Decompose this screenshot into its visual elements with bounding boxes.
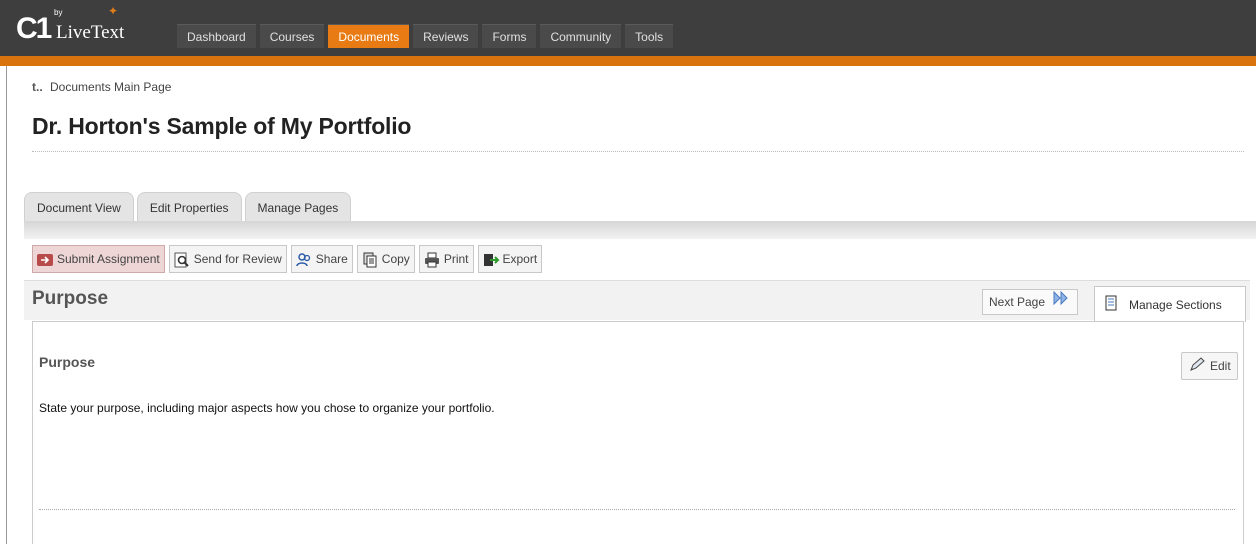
send-for-review-button[interactable]: Send for Review [168, 245, 287, 273]
submit-assignment-label: Submit Assignment [57, 252, 160, 266]
pencil-icon [1188, 356, 1206, 376]
livetext-logo[interactable]: C1 by ✦ LiveText [16, 4, 156, 50]
nav-tools[interactable]: Tools [625, 24, 674, 48]
edit-button[interactable]: Edit [1181, 352, 1238, 380]
top-bar: C1 by ✦ LiveText Dashboard Courses Docum… [0, 0, 1256, 56]
logo-by: by [54, 8, 63, 17]
nav-documents[interactable]: Documents [328, 24, 410, 48]
sections-document-icon [1105, 295, 1117, 314]
share-users-icon [295, 251, 313, 267]
printer-icon [423, 251, 441, 268]
next-page-button[interactable]: Next Page [982, 289, 1079, 315]
title-divider [32, 151, 1244, 152]
window-left-border [6, 0, 7, 544]
document-tabs: Document View Edit Properties Manage Pag… [24, 192, 354, 222]
tab-manage-pages[interactable]: Manage Pages [244, 192, 352, 222]
breadcrumb[interactable]: t.. Documents Main Page [32, 80, 171, 94]
logo-mark: C1 [16, 12, 52, 45]
nav-courses[interactable]: Courses [259, 24, 325, 48]
submit-icon [36, 251, 54, 267]
copy-label: Copy [381, 252, 410, 266]
section-header: Purpose Next Page Manage Sections [24, 280, 1250, 322]
breadcrumb-label: Documents Main Page [50, 80, 172, 94]
nav-forms[interactable]: Forms [482, 24, 537, 48]
main-nav: Dashboard Courses Documents Reviews Form… [177, 24, 677, 48]
next-page-label: Next Page [989, 295, 1046, 309]
manage-sections-tab[interactable]: Manage Sections [1094, 286, 1246, 322]
logo-name: LiveText [56, 22, 125, 43]
export-button[interactable]: Export [477, 245, 543, 273]
section-title: Purpose [32, 288, 109, 309]
nav-dashboard[interactable]: Dashboard [177, 24, 256, 48]
content-heading: Purpose [39, 354, 96, 370]
export-label: Export [502, 252, 538, 266]
tab-strip [24, 221, 1256, 239]
tab-document-view[interactable]: Document View [24, 192, 134, 222]
print-button[interactable]: Print [418, 245, 474, 273]
page-title: Dr. Horton's Sample of My Portfolio [32, 113, 412, 139]
submit-assignment-button[interactable]: Submit Assignment [32, 245, 165, 273]
nav-reviews[interactable]: Reviews [413, 24, 479, 48]
content-divider [39, 509, 1235, 510]
document-toolbar: Submit Assignment Send for Review Share … [32, 245, 546, 273]
section-content: Purpose Edit State your purpose, includi… [32, 321, 1244, 544]
tab-edit-properties[interactable]: Edit Properties [136, 192, 242, 222]
share-button[interactable]: Share [290, 245, 353, 273]
review-magnifier-icon [173, 251, 191, 268]
share-label: Share [315, 252, 348, 266]
content-text: State your purpose, including major aspe… [39, 401, 495, 415]
manage-sections-label: Manage Sections [1129, 297, 1222, 312]
edit-label: Edit [1210, 359, 1231, 373]
nav-community[interactable]: Community [540, 24, 622, 48]
back-arrow-icon: t.. [32, 80, 43, 94]
nav-accent-stripe [0, 56, 1256, 66]
copy-button[interactable]: Copy [356, 245, 415, 273]
send-for-review-label: Send for Review [193, 252, 282, 266]
double-chevron-right-icon [1051, 290, 1071, 314]
copy-icon [361, 251, 379, 268]
export-icon [482, 251, 500, 267]
print-label: Print [443, 252, 469, 266]
logo-spark-icon: ✦ [108, 4, 119, 18]
